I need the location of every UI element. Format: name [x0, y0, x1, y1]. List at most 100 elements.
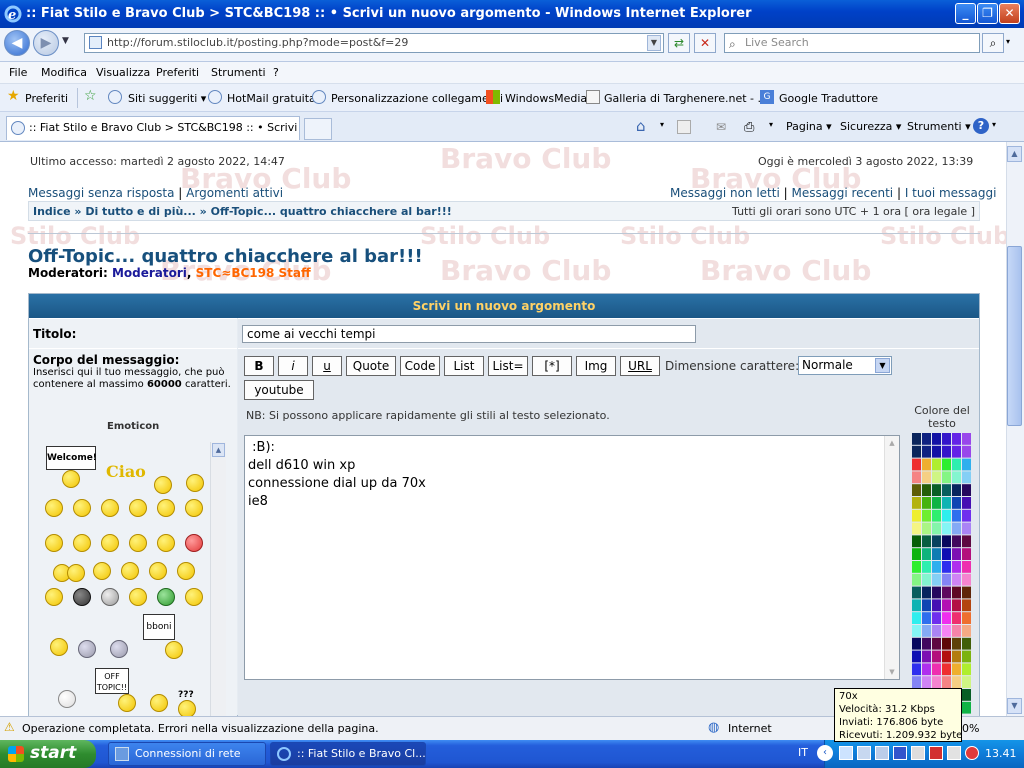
language-indicator[interactable]: IT [798, 746, 808, 759]
palette-color-swatch[interactable] [912, 676, 921, 688]
add-favorite-icon[interactable]: ☆ [84, 88, 98, 104]
palette-color-swatch[interactable] [942, 509, 951, 522]
emoticon-smile-icon[interactable] [186, 474, 204, 492]
emoticon-question-text[interactable]: ??? [178, 690, 194, 700]
emoticon-wink-icon[interactable] [101, 499, 119, 517]
quote-button[interactable]: Quote [346, 356, 396, 376]
history-dropdown-icon[interactable]: ▼ [62, 36, 69, 46]
print-icon[interactable]: ⎙ [744, 120, 754, 135]
palette-color-swatch[interactable] [932, 561, 941, 573]
emoticon-smile-icon[interactable] [45, 499, 63, 517]
feeds-icon[interactable] [677, 120, 691, 134]
palette-color-swatch[interactable] [962, 535, 971, 548]
tab-current[interactable]: :: Fiat Stilo e Bravo Club > STC&BC198 :… [6, 116, 300, 140]
palette-color-swatch[interactable] [912, 497, 921, 509]
emoticon-offtopic-sign[interactable]: OFF TOPIC!! [95, 668, 129, 694]
palette-color-swatch[interactable] [942, 612, 951, 624]
italic-button[interactable]: i [278, 356, 308, 376]
emoticon-surprised-icon[interactable] [73, 499, 91, 517]
scroll-down-icon[interactable]: ▼ [885, 665, 899, 679]
emoticon-bounce-icon[interactable] [50, 638, 68, 656]
security-shield-icon[interactable] [965, 746, 979, 760]
palette-color-swatch[interactable] [912, 445, 921, 458]
emoticon-shock-icon[interactable] [45, 588, 63, 606]
palette-color-swatch[interactable] [922, 471, 931, 484]
palette-color-swatch[interactable] [912, 637, 921, 650]
palette-color-swatch[interactable] [962, 561, 971, 573]
palette-color-swatch[interactable] [922, 497, 931, 509]
palette-color-swatch[interactable] [932, 637, 941, 650]
menu-file[interactable]: File [9, 66, 27, 79]
palette-color-swatch[interactable] [932, 433, 941, 445]
palette-color-swatch[interactable] [932, 599, 941, 612]
emoticon-twins-icon[interactable] [67, 564, 85, 582]
palette-color-swatch[interactable] [942, 637, 951, 650]
palette-color-swatch[interactable] [952, 433, 961, 445]
breadcrumb-forum[interactable]: Off-Topic... quattro chiacchere al bar!!… [211, 205, 452, 218]
palette-color-swatch[interactable] [932, 573, 941, 586]
palette-color-swatch[interactable] [912, 471, 921, 484]
palette-color-swatch[interactable] [942, 561, 951, 573]
emoticon-scrollbar[interactable]: ▲ [210, 442, 226, 716]
palette-color-swatch[interactable] [912, 509, 921, 522]
tray-icon[interactable] [893, 746, 907, 760]
emoticon-mad-icon[interactable] [129, 588, 147, 606]
palette-color-swatch[interactable] [922, 650, 931, 663]
emoticon-welcome-sign[interactable]: Welcome! [46, 446, 97, 470]
emoticon-rolleyes-icon[interactable] [177, 562, 195, 580]
emoticon-sick-icon[interactable] [157, 588, 175, 606]
subject-input[interactable]: come ai vecchi tempi [242, 325, 696, 343]
close-window-button[interactable]: ✕ [999, 3, 1020, 24]
img-button[interactable]: Img [576, 356, 616, 376]
fav-siti-suggeriti[interactable]: Siti suggeriti ▾ [128, 92, 206, 105]
palette-color-swatch[interactable] [922, 484, 931, 496]
favorites-button[interactable]: Preferiti [25, 92, 68, 105]
palette-color-swatch[interactable] [942, 445, 951, 458]
emoticon-alien-icon[interactable] [101, 588, 119, 606]
help-dropdown-icon[interactable]: ▾ [992, 120, 996, 129]
palette-color-swatch[interactable] [922, 612, 931, 624]
emoticon-ciao-icon[interactable] [154, 476, 172, 494]
page-scrollbar[interactable] [1006, 142, 1024, 716]
link-my-posts[interactable]: I tuoi messaggi [905, 186, 997, 200]
emoticon-bboni-icon[interactable] [165, 641, 183, 659]
moderator-group-link[interactable]: Moderatori [112, 266, 187, 280]
palette-color-swatch[interactable] [912, 663, 921, 676]
fav-personalizzazione[interactable]: Personalizzazione collegamenti [331, 92, 503, 105]
palette-color-swatch[interactable] [932, 676, 941, 688]
palette-color-swatch[interactable] [922, 676, 931, 688]
emoticon-offtopic-icon[interactable] [118, 694, 136, 712]
palette-color-swatch[interactable] [922, 433, 931, 445]
emoticon-bboni-sign[interactable]: bboni [143, 614, 175, 640]
palette-color-swatch[interactable] [942, 548, 951, 560]
palette-color-swatch[interactable] [962, 471, 971, 484]
palette-color-swatch[interactable] [962, 522, 971, 535]
palette-color-swatch[interactable] [962, 586, 971, 599]
tray-icon[interactable] [911, 746, 925, 760]
palette-color-swatch[interactable] [942, 573, 951, 586]
palette-color-swatch[interactable] [912, 586, 921, 599]
palette-color-swatch[interactable] [962, 484, 971, 496]
palette-color-swatch[interactable] [922, 445, 931, 458]
palette-color-swatch[interactable] [922, 625, 931, 637]
emoticon-sad-icon[interactable] [121, 562, 139, 580]
palette-color-swatch[interactable] [942, 433, 951, 445]
underline-button[interactable]: u [312, 356, 342, 376]
emoticon-sleepy-icon[interactable] [157, 534, 175, 552]
menu-visualizza[interactable]: Visualizza [96, 66, 150, 79]
palette-color-swatch[interactable] [962, 573, 971, 586]
palette-color-swatch[interactable] [952, 650, 961, 663]
palette-color-swatch[interactable] [962, 663, 971, 676]
palette-color-swatch[interactable] [962, 433, 971, 445]
palette-color-swatch[interactable] [962, 612, 971, 624]
palette-color-swatch[interactable] [912, 650, 921, 663]
menu-preferiti[interactable]: Preferiti [156, 66, 199, 79]
palette-color-swatch[interactable] [962, 650, 971, 663]
palette-color-swatch[interactable] [962, 637, 971, 650]
fav-windowsmedia[interactable]: WindowsMedia [505, 92, 587, 105]
link-active-topics[interactable]: Argomenti attivi [186, 186, 283, 200]
scroll-up-icon[interactable]: ▲ [885, 436, 899, 450]
menu-modifica[interactable]: Modifica [41, 66, 87, 79]
palette-color-swatch[interactable] [912, 548, 921, 560]
security-menu[interactable]: Sicurezza ▾ [840, 120, 901, 133]
